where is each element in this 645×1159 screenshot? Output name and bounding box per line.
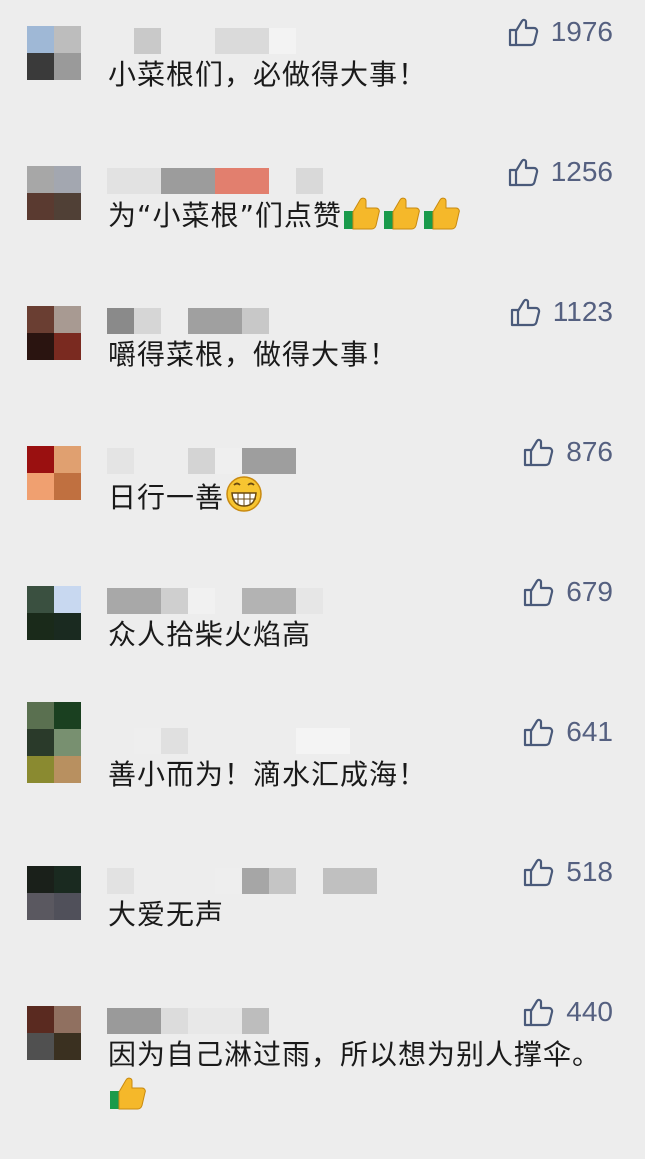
thumbs-up-emoji-icon	[422, 195, 462, 242]
like-button[interactable]: 1256	[507, 148, 613, 196]
avatar-pixel	[54, 193, 81, 220]
avatar-pixel	[27, 586, 54, 613]
thumbs-up-outline-icon	[524, 578, 554, 607]
username-blurred[interactable]	[107, 164, 407, 194]
thumbs-up-outline-icon	[524, 438, 554, 467]
thumbs-up-emoji-icon	[108, 1075, 148, 1122]
avatar-pixel	[27, 446, 54, 473]
comment-text: 大爱无声	[108, 898, 225, 931]
like-button[interactable]: 1123	[509, 288, 613, 336]
username-blurred[interactable]	[107, 584, 407, 614]
avatar[interactable]	[27, 866, 81, 920]
avatar-pixel	[54, 729, 81, 756]
avatar-pixel	[27, 1033, 54, 1060]
like-button[interactable]: 876	[522, 428, 613, 476]
thumbs-up-emoji-icon	[342, 195, 382, 242]
avatar-pixel	[27, 893, 54, 920]
username-blurred[interactable]	[107, 24, 407, 54]
avatar-pixel	[27, 1006, 54, 1033]
avatar-pixel	[54, 473, 81, 500]
avatar-pixel	[54, 756, 81, 783]
like-count: 1256	[550, 156, 613, 187]
avatar-pixel	[27, 333, 54, 360]
thumbs-up-outline-icon	[510, 298, 540, 327]
comment-text: 善小而为！滴水汇成海！	[108, 758, 428, 791]
avatar-pixel	[54, 53, 81, 80]
like-button[interactable]: 518	[522, 848, 613, 896]
like-button[interactable]: 1976	[507, 8, 613, 56]
avatar-pixel	[54, 1006, 81, 1033]
thumbs-up-outline-icon	[524, 858, 554, 887]
avatar-pixel	[54, 446, 81, 473]
avatar-pixel	[27, 729, 54, 756]
thumbs-up-outline-icon	[524, 998, 554, 1027]
thumbs-up-outline-icon	[524, 718, 554, 747]
avatar-pixel	[54, 333, 81, 360]
avatar-pixel	[27, 473, 54, 500]
avatar[interactable]	[27, 26, 81, 80]
avatar[interactable]	[27, 586, 81, 640]
comment-text: 嚼得菜根，做得大事！	[108, 338, 399, 371]
avatar-pixel	[54, 613, 81, 640]
comment-list: 小菜根们，必做得大事！ 1976 为“小菜根”们点赞 1256 嚼得菜根，做得大…	[0, 0, 645, 1159]
avatar[interactable]	[27, 166, 81, 220]
like-button[interactable]: 641	[522, 708, 613, 756]
username-blurred[interactable]	[107, 1004, 407, 1034]
avatar-pixel	[54, 702, 81, 729]
avatar[interactable]	[27, 446, 81, 500]
avatar-pixel	[54, 306, 81, 333]
like-count: 440	[566, 996, 613, 1027]
avatar-pixel	[27, 306, 54, 333]
avatar-pixel	[54, 893, 81, 920]
comment-text: 为“小菜根”们点赞	[108, 195, 618, 242]
like-count: 876	[566, 436, 613, 467]
username-blurred[interactable]	[107, 864, 407, 894]
thumbs-up-emoji-icon	[382, 195, 422, 242]
avatar-pixel	[27, 166, 54, 193]
avatar-pixel	[27, 756, 54, 783]
avatar-pixel	[54, 166, 81, 193]
username-blurred[interactable]	[107, 444, 407, 474]
username-blurred[interactable]	[107, 724, 407, 754]
avatar-pixel	[54, 26, 81, 53]
comment-text: 小菜根们，必做得大事！	[108, 58, 428, 91]
like-button[interactable]: 440	[522, 988, 613, 1036]
like-count: 518	[566, 856, 613, 887]
thumbs-up-outline-icon	[508, 158, 538, 187]
comment-text: 因为自己淋过雨，所以想为别人撑伞。	[108, 1035, 618, 1122]
comment-text: 日行一善	[108, 475, 618, 524]
avatar[interactable]	[27, 306, 81, 360]
avatar-pixel	[27, 193, 54, 220]
avatar-pixel	[27, 26, 54, 53]
avatar-pixel	[27, 866, 54, 893]
avatar-pixel	[54, 866, 81, 893]
comment-text: 众人拾柴火焰高	[108, 618, 312, 651]
grinning-face-emoji-icon	[224, 475, 264, 524]
like-count: 1976	[550, 16, 613, 47]
username-blurred[interactable]	[107, 304, 407, 334]
avatar-pixel	[54, 1033, 81, 1060]
avatar-pixel	[54, 586, 81, 613]
avatar[interactable]	[27, 702, 81, 783]
avatar-pixel	[27, 702, 54, 729]
avatar-pixel	[27, 613, 54, 640]
avatar[interactable]	[27, 1006, 81, 1060]
avatar-pixel	[27, 53, 54, 80]
like-button[interactable]: 679	[522, 568, 613, 616]
like-count: 1123	[552, 296, 613, 327]
thumbs-up-outline-icon	[508, 18, 538, 47]
like-count: 679	[566, 576, 613, 607]
like-count: 641	[566, 716, 613, 747]
